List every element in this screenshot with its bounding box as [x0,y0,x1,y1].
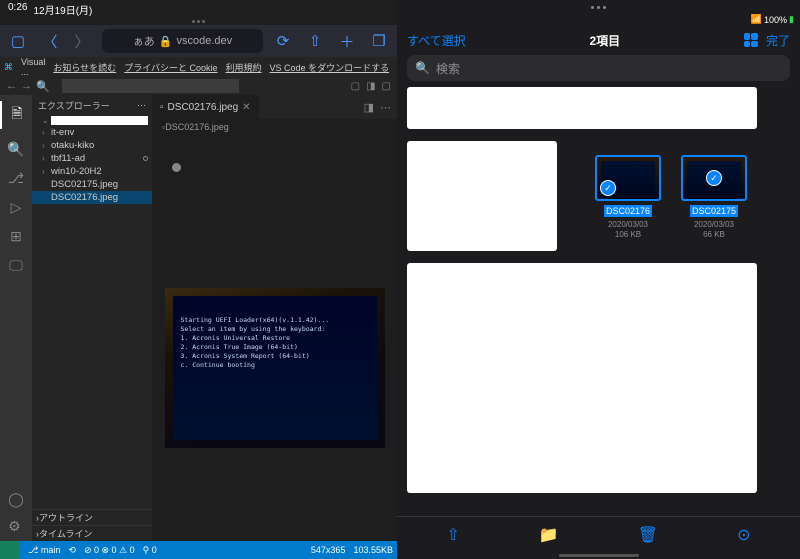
url-text: vscode.dev [177,35,233,47]
activity-account[interactable]: ◯ [8,491,24,508]
activity-search[interactable]: 🔍 [7,141,24,158]
link-news[interactable]: お知らせを読む [53,61,116,74]
link-download[interactable]: VS Code をダウンロードする [270,61,390,74]
status-dim: 547x365 [311,545,346,555]
section-outline[interactable]: ›アウトライン [32,509,152,525]
tab-close[interactable]: ✕ [242,102,250,113]
search-field[interactable]: 🔍 検索 [407,55,790,81]
loading-dot [172,163,181,172]
tree-item[interactable]: ›it-env [32,126,152,139]
app-title: Visual ... [21,57,45,77]
tabs-button[interactable]: ❐ [367,29,391,53]
back-button[interactable]: 〈 [38,29,62,53]
redacted-block [407,87,757,129]
activity-explorer[interactable]: 🗎 [0,101,32,129]
view-grid-icon[interactable] [744,33,758,47]
more-icon[interactable]: ⊙ [737,525,750,545]
more-icon[interactable]: ▢ [382,81,391,92]
tree-item[interactable]: ›otaku-kiko [32,139,152,152]
vscode-icon: ⌘ [4,62,13,73]
trash-icon[interactable]: 🗑 [638,525,658,545]
status-sync[interactable]: ⟲ [68,545,76,556]
tree-item[interactable]: ›tbf11-ad [32,152,152,165]
cmd-back[interactable]: ← [6,80,17,92]
breadcrumb[interactable]: DSC02176.jpeg [165,122,229,132]
activity-remote[interactable]: 🖵 [9,257,23,274]
reload-button[interactable]: ⟳ [271,29,295,53]
folder-icon[interactable]: 📁 [539,525,559,545]
file-icon: ▫ [160,102,164,113]
explorer-title: エクスプローラー [38,99,110,112]
share-button[interactable]: ⇧ [303,29,327,53]
cmd-search-icon: 🔍 [36,80,50,93]
activity-scm[interactable]: ⎇ [8,170,24,187]
battery-icon: ▮ [789,14,794,25]
tree-item[interactable]: DSC02175.jpeg [32,178,152,191]
tree-item[interactable]: ›win10-20H2 [32,165,152,178]
url-bar[interactable]: ぁあ 🔒 vscode.dev [102,29,263,53]
status-ports[interactable]: ⚲ 0 [143,545,157,556]
search-placeholder: 検索 [436,60,460,77]
wifi-icon: 📶 [751,14,762,25]
status-time: 0:26 [8,2,27,17]
status-problems[interactable]: ⊘ 0 ⊗ 0 ⚠ 0 [84,545,135,556]
home-indicator[interactable] [559,554,639,557]
new-tab-button[interactable]: ＋ [335,29,359,53]
panel-icon[interactable]: ◨ [366,81,375,92]
activity-settings[interactable]: ⚙ [8,518,24,535]
item-count: 2項目 [466,32,744,49]
multitask-dots-right[interactable] [397,0,800,14]
link-privacy[interactable]: プライバシーと Cookie [124,61,217,74]
tab-more[interactable]: ⋯ [380,101,391,114]
split-icon[interactable]: ◨ [364,101,374,114]
status-size: 103.55KB [353,545,393,555]
done-button[interactable]: 完了 [766,32,790,49]
file-thumb[interactable]: ✓DSC021752020/03/0366 KB [681,155,747,239]
share-icon[interactable]: ⇧ [446,525,459,545]
multitask-dots[interactable] [0,20,397,23]
cmd-fwd[interactable]: → [21,80,32,92]
editor-tab[interactable]: ▫ DSC02176.jpeg ✕ [152,95,259,119]
reader-aa[interactable]: ぁあ [133,33,155,49]
lock-icon: 🔒 [159,35,173,48]
activity-debug[interactable]: ▷ [11,199,22,216]
search-icon: 🔍 [415,61,430,75]
status-branch[interactable]: ⎇ main [28,545,60,556]
file-thumb[interactable]: ✓DSC021762020/03/03106 KB [595,155,661,239]
command-input[interactable] [62,79,239,93]
select-all-button[interactable]: すべて選択 [407,32,466,49]
layout-icon[interactable]: ▢ [351,81,360,92]
status-date: 12月19日(月) [33,2,92,17]
battery-pct: 100% [764,15,787,25]
explorer-more[interactable]: ⋯ [137,100,146,111]
image-preview: Starting UEFI Loader(x64)(v.1.1.42)... S… [165,288,385,448]
link-terms[interactable]: 利用規約 [226,61,262,74]
redacted-block [407,141,557,251]
tree-item[interactable]: DSC02176.jpeg [32,191,152,204]
tree-root[interactable]: ⌄ [32,115,152,126]
photo-text: Starting UEFI Loader(x64)(v.1.1.42)... S… [181,316,330,371]
section-timeline[interactable]: ›タイムライン [32,525,152,541]
redacted-block [407,263,757,493]
forward-button: 〉 [70,29,94,53]
activity-extensions[interactable]: ⊞ [10,228,22,245]
sidebar-toggle-icon[interactable]: ▢ [6,29,30,53]
